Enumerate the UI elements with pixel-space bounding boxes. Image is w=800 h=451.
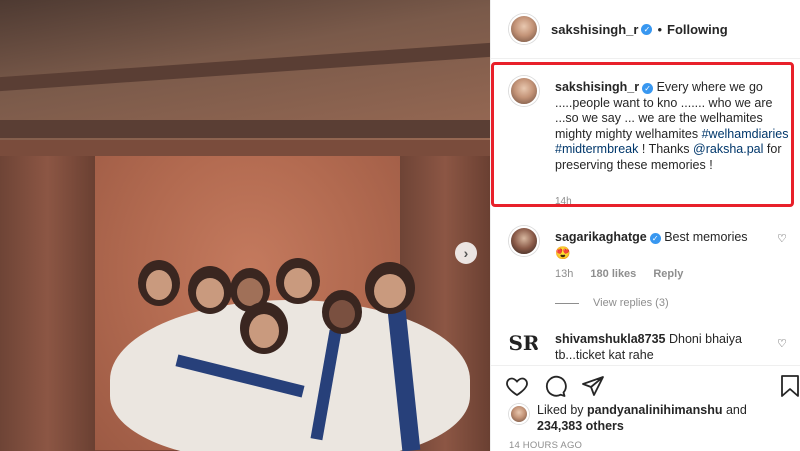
author-avatar[interactable] [509, 14, 539, 44]
liker-avatar[interactable] [509, 404, 529, 424]
verified-badge-icon: ✓ [642, 83, 654, 94]
post-header: sakshisingh_r ✓ • Following [551, 14, 728, 44]
verified-badge-icon: ✓ [649, 233, 661, 244]
post-image[interactable]: › [0, 0, 490, 451]
mention-link[interactable]: @raksha.pal [693, 142, 763, 156]
heart-icon[interactable] [505, 374, 529, 398]
post-actions [505, 374, 605, 398]
image-pillar [0, 140, 95, 451]
comment-item: sagarikaghatge ✓ Best memories 😍 [555, 229, 765, 261]
post-sidebar: sakshisingh_r ✓ • Following sakshisingh_… [490, 0, 800, 451]
hashtag-link[interactable]: #midtermbreak [555, 142, 638, 156]
image-person [365, 262, 415, 314]
author-username[interactable]: sakshisingh_r [551, 22, 638, 37]
separator: • [657, 21, 662, 37]
post-caption: sakshisingh_r ✓ Every where we go .....pe… [555, 80, 791, 173]
image-person [240, 302, 288, 354]
comment-icon[interactable] [543, 374, 567, 398]
divider [491, 365, 800, 366]
divider [555, 302, 579, 304]
likes-middle: and [722, 403, 747, 417]
view-replies-label: View replies (3) [593, 297, 669, 309]
image-beam [0, 120, 490, 138]
comment-heart-icon[interactable]: ♡ [777, 232, 787, 245]
comment-meta: 13h 180 likes Reply [555, 268, 697, 280]
comment-heart-icon[interactable]: ♡ [777, 337, 787, 350]
caption-text: ! Thanks [638, 142, 694, 156]
comment-time: 13h [555, 268, 574, 280]
liker-username[interactable]: pandyanalinihimanshu [587, 403, 722, 417]
view-replies-button[interactable]: View replies (3) [555, 297, 669, 309]
image-person [322, 290, 362, 334]
comment-emoji: 😍 [555, 246, 571, 260]
caption-author-avatar[interactable] [509, 76, 539, 106]
following-button[interactable]: Following [667, 22, 728, 37]
hashtag-link[interactable]: #welhamdiaries [702, 127, 789, 141]
commenter-avatar[interactable] [509, 226, 539, 256]
share-icon[interactable] [581, 374, 605, 398]
commenter-avatar[interactable]: SR [509, 328, 539, 358]
comment-text: Best memories [664, 230, 748, 244]
comment-likes[interactable]: 180 likes [590, 268, 636, 280]
likes-summary: Liked by pandyanalinihimanshu and 234,38… [537, 402, 747, 434]
image-person [276, 258, 320, 304]
post-timestamp: 14 HOURS AGO [509, 440, 583, 451]
comment-item: shivamshukla8735 Dhoni bhaiya tb...ticke… [555, 331, 765, 363]
likes-prefix: Liked by [537, 403, 588, 417]
image-person [188, 266, 232, 314]
likes-count[interactable]: 234,383 others [537, 419, 624, 433]
reply-button[interactable]: Reply [653, 268, 683, 280]
divider [491, 58, 800, 59]
image-beam [0, 140, 490, 156]
bookmark-icon[interactable] [779, 374, 800, 398]
comment-author[interactable]: sagarikaghatge [555, 230, 647, 244]
caption-time: 14h [555, 196, 572, 207]
verified-badge-icon: ✓ [641, 23, 653, 35]
chevron-right-icon[interactable]: › [455, 242, 477, 264]
comment-author[interactable]: shivamshukla8735 [555, 332, 666, 346]
caption-author[interactable]: sakshisingh_r [555, 80, 639, 94]
image-person [138, 260, 180, 306]
